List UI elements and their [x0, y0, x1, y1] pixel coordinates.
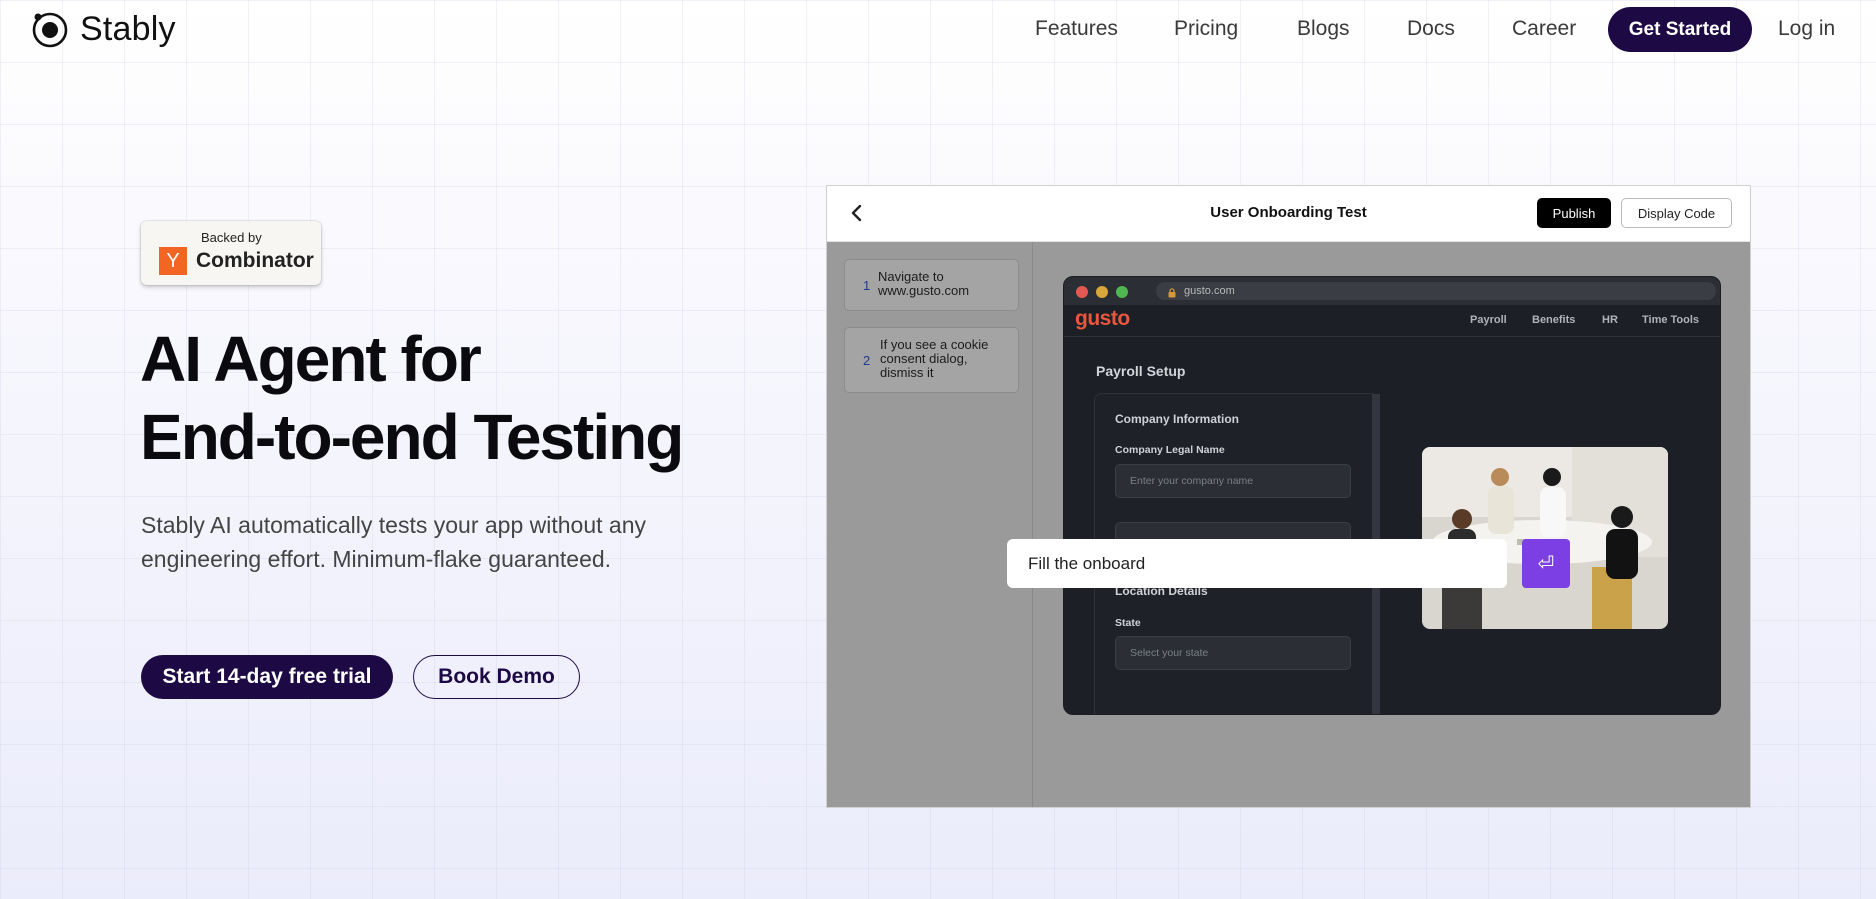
gusto-logo[interactable]: gusto [1075, 307, 1130, 331]
hero-subtitle-line2: engineering effort. Minimum-flake guaran… [141, 546, 612, 572]
close-dot-icon [1076, 286, 1088, 298]
demo-window: User Onboarding Test Publish Display Cod… [826, 185, 1751, 808]
hero-subtitle: Stably AI automatically tests your app w… [141, 508, 761, 576]
gusto-nav-payroll[interactable]: Payroll [1470, 314, 1507, 326]
brand-name: Stably [80, 9, 176, 48]
yc-backed-by: Backed by [201, 230, 262, 245]
gusto-nav-hr[interactable]: HR [1602, 314, 1618, 326]
url-text: gusto.com [1184, 285, 1235, 297]
prompt-submit-button[interactable]: ⏎ [1522, 539, 1570, 588]
company-info-heading: Company Information [1115, 412, 1240, 426]
hero-title: AI Agent for End-to-end Testing [140, 320, 684, 476]
team-photo [1422, 447, 1668, 629]
state-label: State [1115, 617, 1141, 629]
steps-sidebar: 1 Navigate to www.gusto.com 2 If you see… [827, 242, 1033, 807]
get-started-button[interactable]: Get Started [1608, 7, 1752, 52]
hero-subtitle-line1: Stably AI automatically tests your app w… [141, 512, 646, 538]
gusto-app: gusto Payroll Benefits HR Time Tools Pay… [1064, 305, 1720, 714]
step-text: If you see a cookie consent dialog, dism… [880, 337, 989, 380]
company-name-label: Company Legal Name [1115, 444, 1225, 456]
yc-badge[interactable]: Backed by Y Combinator [141, 221, 321, 285]
nav-career[interactable]: Career [1512, 17, 1576, 41]
step-number: 1 [863, 278, 871, 293]
state-select[interactable]: Select your state [1115, 636, 1351, 670]
publish-button[interactable]: Publish [1537, 198, 1611, 228]
yc-logo-icon: Y [159, 247, 187, 275]
step-item[interactable]: 2 If you see a cookie consent dialog, di… [844, 327, 1019, 393]
top-nav: Stably Features Pricing Blogs Docs Caree… [0, 0, 1876, 58]
nav-features[interactable]: Features [1035, 17, 1118, 41]
prompt-input[interactable]: Fill the onboard [1007, 539, 1507, 588]
free-trial-button[interactable]: Start 14-day free trial [141, 655, 393, 699]
nav-pricing[interactable]: Pricing [1174, 17, 1238, 41]
gusto-nav: gusto Payroll Benefits HR Time Tools [1064, 305, 1720, 337]
nav-blogs[interactable]: Blogs [1297, 17, 1350, 41]
enter-key-icon: ⏎ [1537, 553, 1555, 575]
maximize-dot-icon [1116, 286, 1128, 298]
gusto-nav-benefits[interactable]: Benefits [1532, 314, 1575, 326]
hero-title-line1: AI Agent for [140, 323, 482, 395]
brand-logo[interactable]: Stably [30, 9, 176, 49]
lock-icon [1168, 286, 1176, 298]
embedded-browser: gusto.com gusto Payroll Benefits HR Time… [1063, 276, 1721, 715]
payroll-setup-title: Payroll Setup [1096, 363, 1186, 379]
display-code-button[interactable]: Display Code [1621, 198, 1732, 228]
step-item[interactable]: 1 Navigate to www.gusto.com [844, 259, 1019, 311]
company-name-input[interactable]: Enter your company name [1115, 464, 1351, 498]
hero-title-line2: End-to-end Testing [140, 401, 684, 473]
address-bar[interactable]: gusto.com [1156, 282, 1716, 300]
step-text: Navigate to www.gusto.com [878, 269, 970, 298]
stably-orbit-icon [30, 9, 70, 49]
browser-titlebar: gusto.com [1064, 277, 1720, 305]
minimize-dot-icon [1096, 286, 1108, 298]
demo-header: User Onboarding Test Publish Display Cod… [827, 186, 1750, 242]
gusto-nav-time-tools[interactable]: Time Tools [1642, 314, 1699, 326]
login-link[interactable]: Log in [1778, 17, 1835, 41]
yc-name: Combinator [196, 249, 314, 272]
test-title: User Onboarding Test [1210, 204, 1367, 221]
step-number: 2 [863, 353, 871, 368]
nav-docs[interactable]: Docs [1407, 17, 1455, 41]
book-demo-button[interactable]: Book Demo [413, 655, 580, 699]
yc-letter: Y [166, 249, 180, 272]
